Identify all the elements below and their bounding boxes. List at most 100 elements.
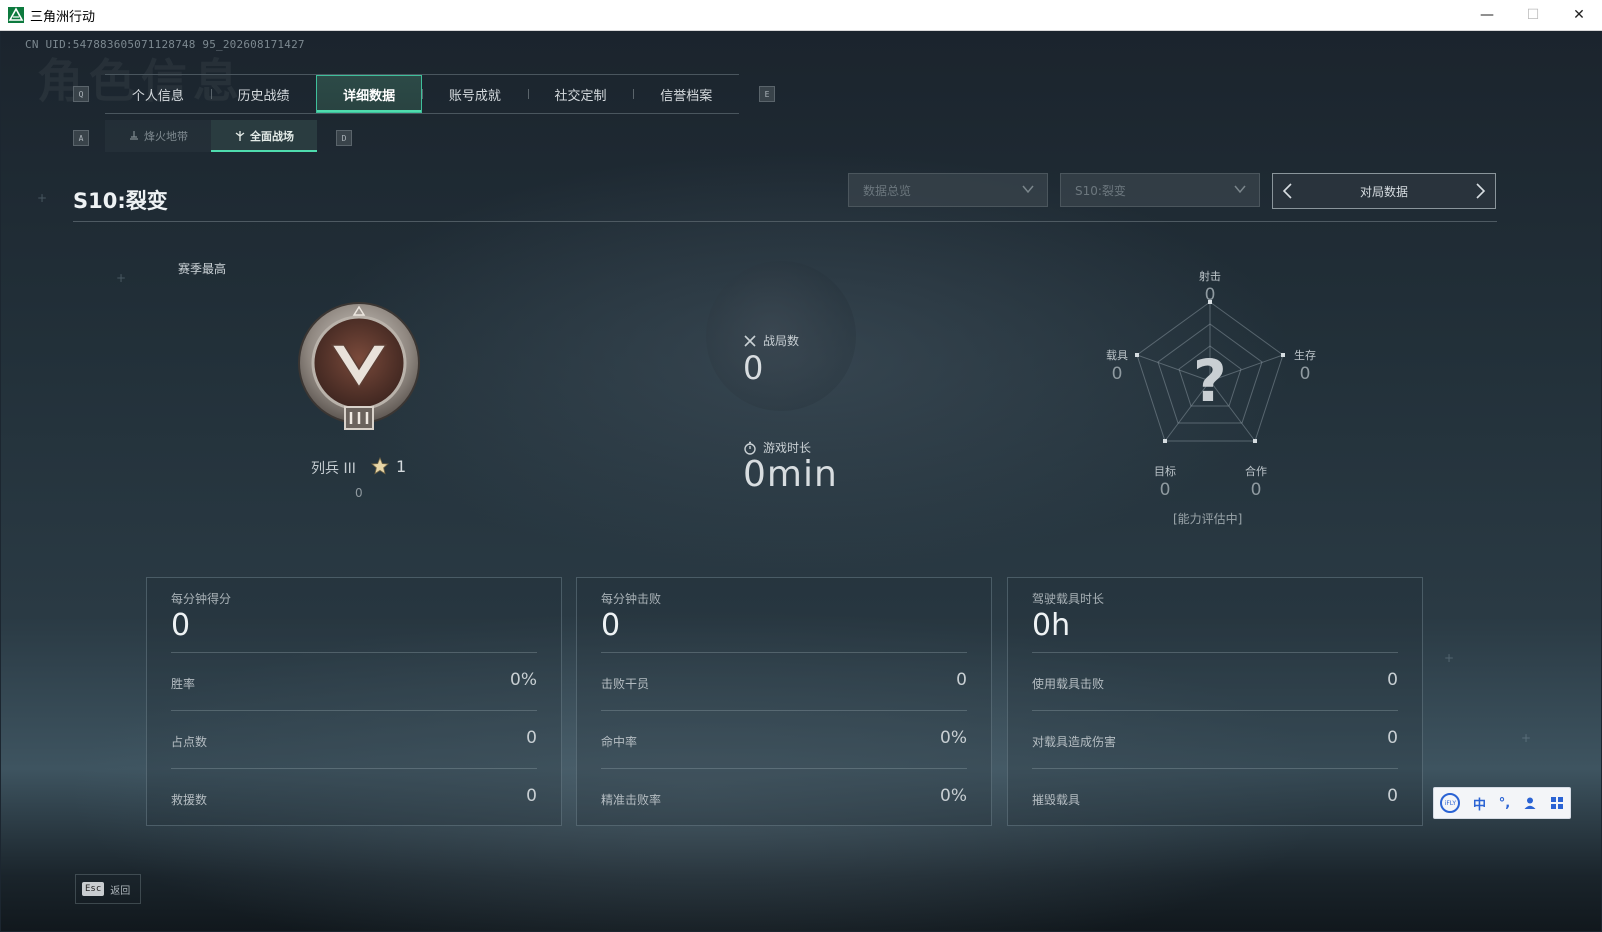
key-hint-d: D: [336, 130, 352, 146]
app-logo-icon: [8, 7, 24, 23]
radar-vehicle-value: 0: [1111, 364, 1123, 384]
card-head-value: 0: [601, 608, 621, 643]
star-icon: [371, 457, 389, 475]
back-label: 返回: [110, 885, 131, 897]
radar-shooting-label: 射击: [1199, 270, 1221, 283]
stat-row-label: 救援数: [171, 793, 208, 807]
radar-objective-value: 0: [1159, 480, 1171, 500]
ability-radar-chart: ? 射击 0 生存 0 合作 0 目标 0 载具 0: [1101, 251, 1321, 531]
radar-survival-value: 0: [1299, 364, 1311, 384]
decor-cross-icon: +: [116, 271, 127, 285]
radar-status: [能力评估中]: [1173, 512, 1243, 526]
stat-row-label: 对载具造成伤害: [1032, 735, 1117, 749]
stat-row-value: 0: [526, 786, 537, 806]
stat-row-label: 命中率: [601, 735, 638, 749]
window-title: 三角洲行动: [30, 9, 96, 25]
stat-row: 胜率 0%: [171, 652, 537, 711]
card-head-label: 驾驶载具时长: [1032, 592, 1105, 606]
chevron-down-icon: [1022, 185, 1034, 194]
data-overview-dropdown[interactable]: 数据总览: [848, 173, 1048, 207]
tab-detailed-data[interactable]: 详细数据: [316, 75, 423, 113]
esc-key-hint: Esc: [82, 882, 105, 896]
radar-teamwork-label: 合作: [1245, 465, 1267, 478]
radar-unknown-mark: ?: [1193, 347, 1227, 415]
tab-social-customize[interactable]: 社交定制: [527, 75, 634, 113]
rank-badge-icon: [298, 302, 420, 430]
stat-row-value: 0: [956, 670, 967, 690]
iflytek-logo-icon[interactable]: iFLY: [1440, 793, 1461, 813]
stat-row-value: 0: [526, 728, 537, 748]
matches-value: 0: [743, 349, 764, 387]
match-data-pager: 对局数据: [1272, 173, 1496, 209]
main-tab-bar: 个人信息 历史战绩 详细数据 账号成就 社交定制 信誉档案: [105, 74, 739, 114]
key-hint-a: A: [73, 130, 89, 146]
back-button[interactable]: Esc 返回: [75, 874, 141, 904]
tab-hazard-zone[interactable]: 烽火地带: [105, 120, 211, 152]
stat-row: 命中率 0%: [601, 710, 967, 769]
stat-row: 精准击败率 0%: [601, 768, 967, 827]
rank-star-count: 1: [396, 457, 407, 476]
season-title: S10:裂变: [73, 189, 168, 213]
stopwatch-icon: [744, 441, 756, 455]
tab-full-battlefield-label: 全面战场: [250, 130, 294, 143]
stat-row: 救援数 0: [171, 768, 537, 827]
player-uid: CN UID:547883605071128748 95_20260817142…: [25, 38, 305, 51]
maximize-button[interactable]: ☐: [1510, 0, 1556, 30]
tab-full-battlefield[interactable]: 全面战场: [211, 120, 317, 152]
minimize-button[interactable]: —: [1464, 0, 1510, 30]
stat-row-label: 击败干员: [601, 677, 650, 691]
radar-vehicle-label: 载具: [1106, 349, 1128, 362]
chevron-right-icon[interactable]: [1471, 182, 1489, 200]
battlefield-icon: [235, 131, 245, 141]
stat-row-value: 0: [1387, 670, 1398, 690]
tab-personal-info[interactable]: 个人信息: [105, 75, 211, 113]
season-dropdown-value: S10:裂变: [1075, 183, 1126, 198]
stat-row: 对载具造成伤害 0: [1032, 710, 1398, 769]
stat-row-label: 使用载具击败: [1032, 677, 1105, 691]
stat-row-label: 占点数: [171, 735, 208, 749]
card-head-label: 每分钟得分: [171, 592, 232, 606]
decor-cross-icon: +: [1521, 731, 1532, 745]
ime-punctuation-toggle[interactable]: °,: [1499, 796, 1510, 811]
close-button[interactable]: ✕: [1556, 0, 1602, 30]
user-icon[interactable]: [1523, 796, 1537, 810]
decor-cross-icon: +: [1444, 651, 1455, 665]
stat-row: 摧毁载具 0: [1032, 768, 1398, 827]
tab-match-history[interactable]: 历史战绩: [210, 75, 317, 113]
tab-credit-record[interactable]: 信誉档案: [633, 75, 739, 113]
stat-row-label: 摧毁载具: [1032, 793, 1081, 807]
season-dropdown[interactable]: S10:裂变: [1060, 173, 1260, 207]
stat-row-value: 0%: [510, 670, 537, 690]
game-view: 角色信息 + + + + CN UID:547883605071128748 9…: [1, 31, 1601, 931]
tab-hazard-zone-label: 烽火地带: [144, 130, 188, 143]
stat-row: 击败干员 0: [601, 652, 967, 711]
chevron-left-icon[interactable]: [1279, 182, 1297, 200]
tab-achievements[interactable]: 账号成就: [422, 75, 528, 113]
ime-toolbar: iFLY 中 °,: [1433, 787, 1571, 819]
pager-label: 对局数据: [1359, 184, 1408, 199]
card-head-value: 0: [171, 608, 191, 643]
stat-card-kills: 每分钟击败 0 击败干员 0 命中率 0% 精准击败率 0%: [576, 577, 992, 826]
rank-name: 列兵 III: [311, 461, 356, 477]
stat-row: 占点数 0: [171, 710, 537, 769]
stat-row-value: 0: [1387, 786, 1398, 806]
season-divider: [73, 221, 1497, 222]
season-best-label: 赛季最高: [178, 262, 227, 276]
stat-row-label: 精准击败率: [601, 793, 662, 807]
stat-card-vehicle: 驾驶载具时长 0h 使用载具击败 0 对载具造成伤害 0 摧毁载具 0: [1007, 577, 1423, 826]
radar-objective-label: 目标: [1154, 465, 1176, 478]
ime-mode-toggle[interactable]: 中: [1473, 794, 1486, 813]
grid-menu-icon[interactable]: [1550, 796, 1564, 810]
matches-label-text: 战局数: [763, 334, 800, 348]
zone-icon: [130, 131, 138, 140]
data-overview-value: 数据总览: [863, 183, 912, 198]
rank-points: 0: [355, 486, 363, 500]
stat-card-score: 每分钟得分 0 胜率 0% 占点数 0 救援数 0: [146, 577, 562, 826]
crossed-swords-icon: [744, 334, 756, 347]
radar-shooting-value: 0: [1204, 285, 1216, 305]
radar-survival-label: 生存: [1294, 349, 1316, 362]
key-hint-e: E: [759, 86, 775, 102]
chevron-down-icon: [1234, 185, 1246, 194]
stat-row-value: 0: [1387, 728, 1398, 748]
window-titlebar: 三角洲行动 — ☐ ✕: [0, 0, 1602, 31]
